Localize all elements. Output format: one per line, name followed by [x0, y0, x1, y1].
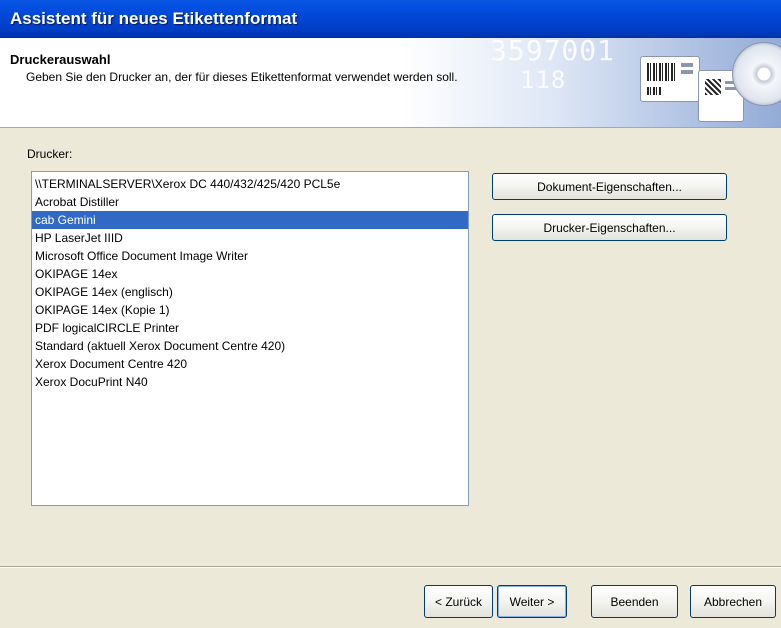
header-decoration-text: 3597001	[490, 38, 616, 67]
finish-button[interactable]: Beenden	[591, 585, 678, 618]
printer-item[interactable]: Acrobat Distiller	[32, 193, 468, 211]
printer-item[interactable]: Microsoft Office Document Image Writer	[32, 247, 468, 265]
printer-item[interactable]: PDF logicalCIRCLE Printer	[32, 319, 468, 337]
printer-item[interactable]: \\TERMINALSERVER\Xerox DC 440/432/425/42…	[32, 175, 468, 193]
printer-item[interactable]: OKIPAGE 14ex (englisch)	[32, 283, 468, 301]
header-decoration-text-2: 118	[520, 66, 567, 94]
printer-item[interactable]: Xerox Document Centre 420	[32, 355, 468, 373]
printer-item[interactable]: OKIPAGE 14ex	[32, 265, 468, 283]
printer-properties-button[interactable]: Drucker-Eigenschaften...	[492, 214, 727, 241]
back-button[interactable]: < Zurück	[424, 585, 493, 618]
window-title: Assistent für neues Etikettenformat	[0, 0, 781, 38]
step-title: Druckerauswahl	[10, 52, 111, 67]
printer-item[interactable]: HP LaserJet IIID	[32, 229, 468, 247]
document-properties-button[interactable]: Dokument-Eigenschaften...	[492, 173, 727, 200]
printer-item-selected[interactable]: cab Gemini	[32, 211, 468, 229]
label-card-icon	[640, 56, 700, 102]
printer-list-label: Drucker:	[27, 147, 73, 161]
printer-listbox[interactable]: \\TERMINALSERVER\Xerox DC 440/432/425/42…	[31, 171, 469, 506]
printer-item[interactable]: Standard (aktuell Xerox Document Centre …	[32, 337, 468, 355]
printer-item[interactable]: Xerox DocuPrint N40	[32, 373, 468, 391]
step-description: Geben Sie den Drucker an, der für dieses…	[26, 70, 458, 84]
printer-item[interactable]: OKIPAGE 14ex (Kopie 1)	[32, 301, 468, 319]
cancel-button[interactable]: Abbrechen	[690, 585, 776, 618]
wizard-header: 3597001 118 Druckerauswahl Geben Sie den…	[0, 38, 781, 128]
next-button[interactable]: Weiter >	[497, 585, 567, 618]
footer-separator	[0, 566, 781, 568]
